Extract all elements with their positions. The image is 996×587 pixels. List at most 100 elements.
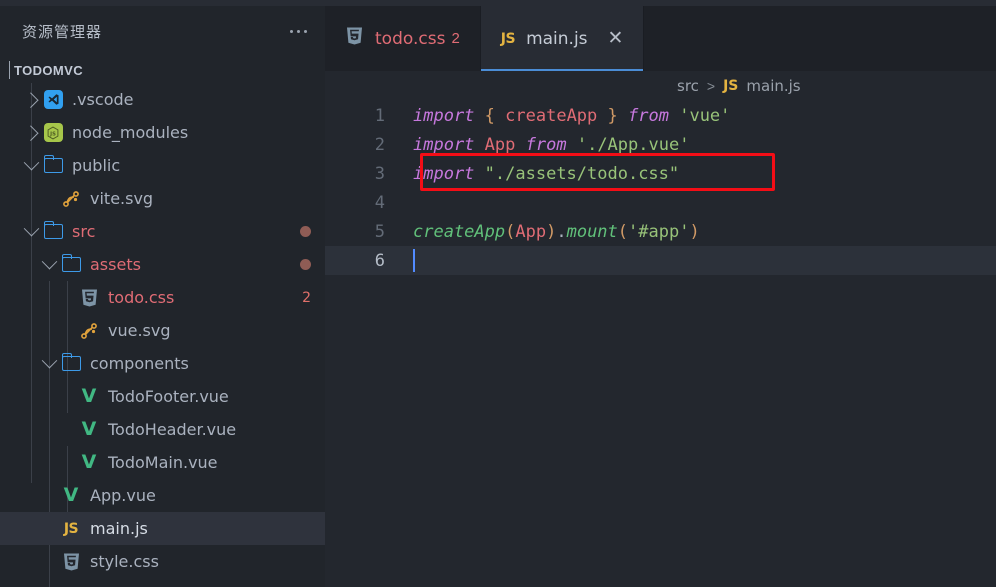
code-line[interactable]: 4 <box>325 188 996 217</box>
breadcrumb-file[interactable]: main.js <box>746 77 800 95</box>
vscode-window: 资源管理器 TODOMVC .vscode JS node_modulespubli… <box>0 0 996 587</box>
tree-item-todomain-vue[interactable]: V TodoMain.vue <box>0 446 325 479</box>
editor-area: todo.css 2 JS main.js ✕ src > JS main.js 1 im… <box>325 6 996 587</box>
ellipsis-icon[interactable] <box>286 26 311 37</box>
svg-file-icon <box>58 190 84 208</box>
chevron-down-icon[interactable] <box>22 154 40 171</box>
vscode-folder-icon <box>40 90 66 109</box>
code-line[interactable]: 6 <box>325 246 996 275</box>
line-number: 4 <box>374 192 385 213</box>
tree-item-vite-svg[interactable]: vite.svg <box>0 182 325 215</box>
tree-item-label: vite.svg <box>90 189 154 208</box>
tree-item-label: vue.svg <box>108 321 171 340</box>
css-file-icon <box>76 288 102 308</box>
tree-item-todo-css[interactable]: todo.css 2 <box>0 281 325 314</box>
editor-tab-todo-css[interactable]: todo.css 2 <box>325 6 481 71</box>
chevron-down-icon[interactable] <box>40 253 58 270</box>
line-number: 1 <box>374 105 385 126</box>
tree-item-label: TodoFooter.vue <box>108 387 229 406</box>
tree-item-main-js[interactable]: JS main.js <box>0 512 325 545</box>
line-number: 2 <box>374 134 385 155</box>
text-cursor <box>413 249 415 272</box>
modified-dot-badge <box>300 259 311 270</box>
tree-item-label: public <box>72 156 121 175</box>
svg-file-icon <box>81 322 97 339</box>
css-file-icon <box>81 289 97 306</box>
svg-text:JS: JS <box>49 131 56 137</box>
root-folder-label: TODOMVC <box>14 62 84 78</box>
folder-icon <box>58 352 84 371</box>
chevron-down-icon[interactable] <box>22 220 40 237</box>
svg-file-icon <box>63 190 79 207</box>
explorer-header: 资源管理器 <box>0 6 325 57</box>
breadcrumb[interactable]: src > JS main.js <box>325 71 996 101</box>
tree-item-label: assets <box>90 255 141 274</box>
tree-item-vue-svg[interactable]: vue.svg <box>0 314 325 347</box>
node-folder-icon: JS <box>40 123 66 142</box>
explorer-tree-container[interactable]: TODOMVC .vscode JS node_modulespublic vite.… <box>0 57 325 587</box>
tree-item-todoheader-vue[interactable]: V TodoHeader.vue <box>0 413 325 446</box>
tree-item-node-modules[interactable]: JS node_modules <box>0 116 325 149</box>
chevron-right-icon: > <box>706 78 716 94</box>
editor-tab-bar[interactable]: todo.css 2 JS main.js ✕ <box>325 6 996 71</box>
code-editor[interactable]: 1 import { createApp } from 'vue' 2 import … <box>325 101 996 587</box>
tree-item-label: todo.css <box>108 288 175 307</box>
code-line[interactable]: 2 import App from './App.vue' <box>325 130 996 159</box>
close-icon[interactable]: ✕ <box>608 29 624 48</box>
tree-item-components[interactable]: components <box>0 347 325 380</box>
tree-item--vscode[interactable]: .vscode <box>0 83 325 116</box>
code-line[interactable]: 3 import "./assets/todo.css" <box>325 159 996 188</box>
code-text: import App from './App.vue' <box>413 134 690 155</box>
chevron-right-icon[interactable] <box>22 125 40 141</box>
folder-icon <box>40 154 66 173</box>
tab-label: todo.css <box>375 28 446 49</box>
chevron-down-icon[interactable] <box>40 352 58 369</box>
code-text: createApp(App).mount('#app') <box>413 221 700 242</box>
window-body: 资源管理器 TODOMVC .vscode JS node_modulespubli… <box>0 6 996 587</box>
explorer-sidebar: 资源管理器 TODOMVC .vscode JS node_modulespubli… <box>0 6 325 587</box>
css-file-icon <box>63 553 79 570</box>
tree-item-todofooter-vue[interactable]: V TodoFooter.vue <box>0 380 325 413</box>
tab-problem-badge: 2 <box>451 30 460 47</box>
vue-file-icon: V <box>81 418 97 440</box>
editor-tab-main-js[interactable]: JS main.js ✕ <box>480 6 645 71</box>
tree-item-label: node_modules <box>72 123 189 142</box>
svg-file-icon <box>76 322 102 340</box>
tree-item-label: TodoHeader.vue <box>108 420 237 439</box>
vue-file-icon: V <box>63 484 79 506</box>
breadcrumb-folder[interactable]: src <box>677 77 699 95</box>
js-file-icon: JS <box>500 30 516 47</box>
chevron-down-icon <box>9 61 10 79</box>
tree-item-assets[interactable]: assets <box>0 248 325 281</box>
tab-label: main.js <box>526 28 588 49</box>
tree-item-public[interactable]: public <box>0 149 325 182</box>
line-number: 3 <box>374 163 385 184</box>
modified-dot-badge <box>300 226 311 237</box>
code-text: import "./assets/todo.css" <box>413 163 680 184</box>
css-file-icon <box>58 552 84 572</box>
tree-item-src[interactable]: src <box>0 215 325 248</box>
folder-root-todomvc[interactable]: TODOMVC <box>0 57 325 83</box>
tree-item-label: App.vue <box>90 486 156 505</box>
tree-item-label: components <box>90 354 189 373</box>
tree-item-app-vue[interactable]: V App.vue <box>0 479 325 512</box>
file-tree[interactable]: .vscode JS node_modulespublic vite.svg src as… <box>0 83 325 587</box>
code-line[interactable]: 5 createApp(App).mount('#app') <box>325 217 996 246</box>
problem-count-badge: 2 <box>302 289 311 306</box>
tree-item-label: TodoMain.vue <box>108 453 218 472</box>
tree-item-label: style.css <box>90 552 159 571</box>
code-line[interactable]: 1 import { createApp } from 'vue' <box>325 101 996 130</box>
tree-item-label: main.js <box>90 519 148 538</box>
line-number: 6 <box>374 250 385 271</box>
tree-item-label: src <box>72 222 96 241</box>
css-file-icon <box>347 27 362 45</box>
css-file-icon <box>345 26 364 51</box>
vue-file-icon: V <box>81 385 97 407</box>
line-number: 5 <box>374 221 385 242</box>
folder-icon <box>58 253 84 272</box>
tree-item-style-css[interactable]: style.css <box>0 545 325 578</box>
explorer-title: 资源管理器 <box>22 23 103 41</box>
code-text: import { createApp } from 'vue' <box>413 105 731 126</box>
js-file-icon: JS <box>723 78 739 94</box>
chevron-right-icon[interactable] <box>22 92 40 108</box>
